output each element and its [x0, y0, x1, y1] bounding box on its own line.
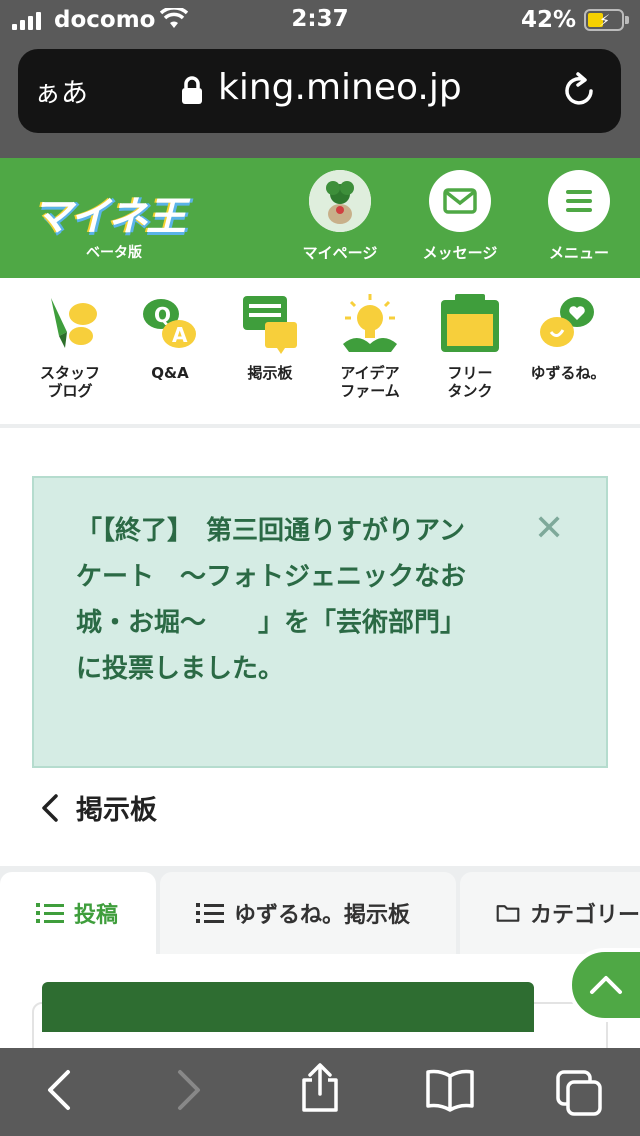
content-card: 「【終了】 第三回通りすがりアンケート 〜フォトジェニックなお城・お堀〜 」を「… — [0, 428, 640, 866]
avatar — [309, 170, 371, 232]
status-bar: docomo 2:37 42% ⚡ — [0, 0, 640, 42]
close-icon[interactable]: ✕ — [534, 508, 564, 549]
nav-idea-farm-label-2: ファーム — [340, 382, 400, 400]
board-icon — [220, 292, 320, 358]
share-icon[interactable] — [298, 1062, 342, 1118]
battery-icon: ⚡ — [584, 9, 624, 31]
tab-posts-label: 投稿 — [74, 903, 119, 928]
browser-address-area: ぁあ king.mineo.jp — [0, 42, 640, 158]
menu-label: メニュー — [548, 244, 609, 262]
tab-category[interactable]: カテゴリー — [460, 872, 640, 954]
back-label: 掲示板 — [76, 795, 157, 826]
post-thumbnail[interactable] — [42, 982, 534, 1032]
qa-icon: QA — [120, 292, 220, 358]
nav-yuzurune-label: ゆずるね。 — [530, 364, 606, 382]
lock-icon — [180, 75, 204, 109]
bookmarks-icon[interactable] — [424, 1068, 476, 1116]
svg-text:A: A — [172, 323, 188, 347]
beta-label: ベータ版 — [86, 245, 142, 261]
back-to-board-link[interactable]: 掲示板 — [40, 788, 157, 827]
nav-yuzurune[interactable]: ゆずるね。 — [518, 292, 618, 382]
scroll-to-top-button[interactable] — [568, 948, 640, 1022]
list-icon — [36, 903, 64, 923]
nav-qa-label: Q&A — [151, 364, 189, 382]
forward-icon[interactable] — [174, 1068, 204, 1116]
logo-text: マイネ王 — [32, 194, 186, 240]
address-bar[interactable]: ぁあ king.mineo.jp — [18, 49, 621, 133]
nav-board[interactable]: 掲示板 — [220, 292, 320, 382]
nav-qa[interactable]: QA Q&A — [120, 292, 220, 382]
category-nav: スタッフ ブログ QA Q&A 掲示板 アイデア ファーム フリー タンク ゆずるね。 — [0, 278, 640, 424]
mypage-label: マイページ — [302, 244, 378, 262]
message-label: メッセージ — [422, 244, 498, 262]
chevron-left-icon — [42, 793, 58, 822]
list-icon — [196, 903, 224, 923]
tab-yuzurune-board[interactable]: ゆずるね。掲示板 — [160, 872, 456, 954]
nav-board-label: 掲示板 — [247, 364, 293, 382]
nav-free-tank[interactable]: フリー タンク — [420, 292, 520, 400]
tab-yuzurune-board-label: ゆずるね。掲示板 — [234, 903, 411, 928]
envelope-icon — [429, 170, 491, 232]
post-list — [0, 948, 640, 1082]
menu-button[interactable]: メニュー — [519, 170, 639, 263]
tab-category-label: カテゴリー — [529, 903, 640, 928]
mypage-button[interactable]: マイページ — [280, 170, 400, 263]
nav-staff-blog-label-1: スタッフ — [39, 364, 100, 382]
site-header: マイネ王 ベータ版 マイページ メッセージ メニュー — [0, 158, 640, 278]
nav-idea-farm-label-1: アイデア — [340, 364, 400, 382]
nav-idea-farm[interactable]: アイデア ファーム — [320, 292, 420, 400]
message-button[interactable]: メッセージ — [400, 170, 520, 263]
reload-icon[interactable] — [561, 71, 597, 113]
notice-message: 「【終了】 第三回通りすがりアンケート 〜フォトジェニックなお城・お堀〜 」を「… — [76, 516, 467, 684]
staff-blog-icon — [20, 292, 120, 358]
hamburger-icon — [548, 170, 610, 232]
nav-free-tank-label-1: フリー — [447, 364, 493, 382]
vote-notice: 「【終了】 第三回通りすがりアンケート 〜フォトジェニックなお城・お堀〜 」を「… — [32, 476, 608, 768]
nav-staff-blog[interactable]: スタッフ ブログ — [20, 292, 120, 400]
reader-options-button[interactable]: ぁあ — [34, 71, 88, 110]
chevron-up-icon — [590, 976, 622, 994]
nav-staff-blog-label-2: ブログ — [47, 382, 93, 400]
tab-bar: 投稿 ゆずるね。掲示板 カテゴリー — [0, 872, 640, 954]
yuzurune-icon — [518, 292, 618, 358]
free-tank-icon — [420, 292, 520, 358]
tabs-icon[interactable] — [556, 1070, 604, 1120]
browser-toolbar — [0, 1048, 640, 1136]
back-icon[interactable] — [44, 1068, 74, 1116]
nav-free-tank-label-2: タンク — [447, 382, 493, 400]
tab-posts[interactable]: 投稿 — [0, 872, 156, 954]
battery-percent: 42% — [521, 7, 577, 33]
url-text[interactable]: king.mineo.jp — [218, 67, 462, 108]
idea-farm-icon — [320, 292, 420, 358]
folder-icon — [496, 905, 520, 922]
